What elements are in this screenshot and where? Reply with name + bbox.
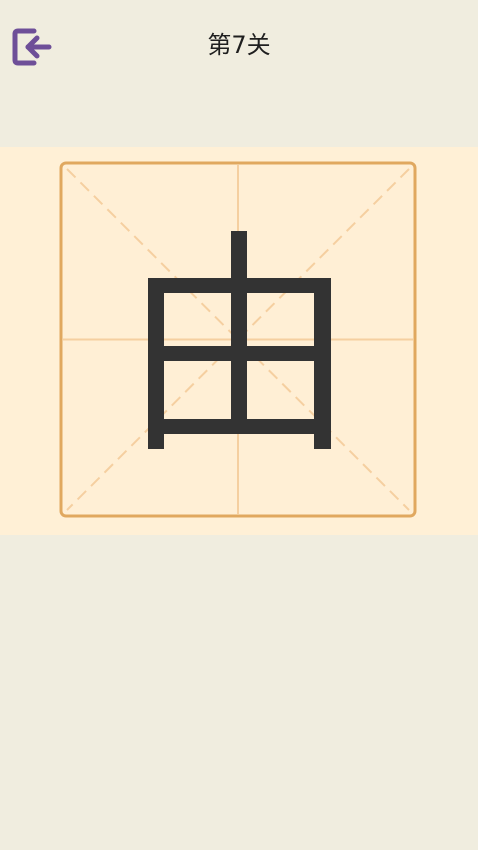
- writing-board-band: 由: [0, 147, 478, 535]
- header: 第7关: [0, 0, 478, 90]
- level-title: 第7关: [207, 31, 271, 59]
- practice-grid: 由: [59, 161, 417, 518]
- level-screen: 第7关 由: [0, 0, 478, 850]
